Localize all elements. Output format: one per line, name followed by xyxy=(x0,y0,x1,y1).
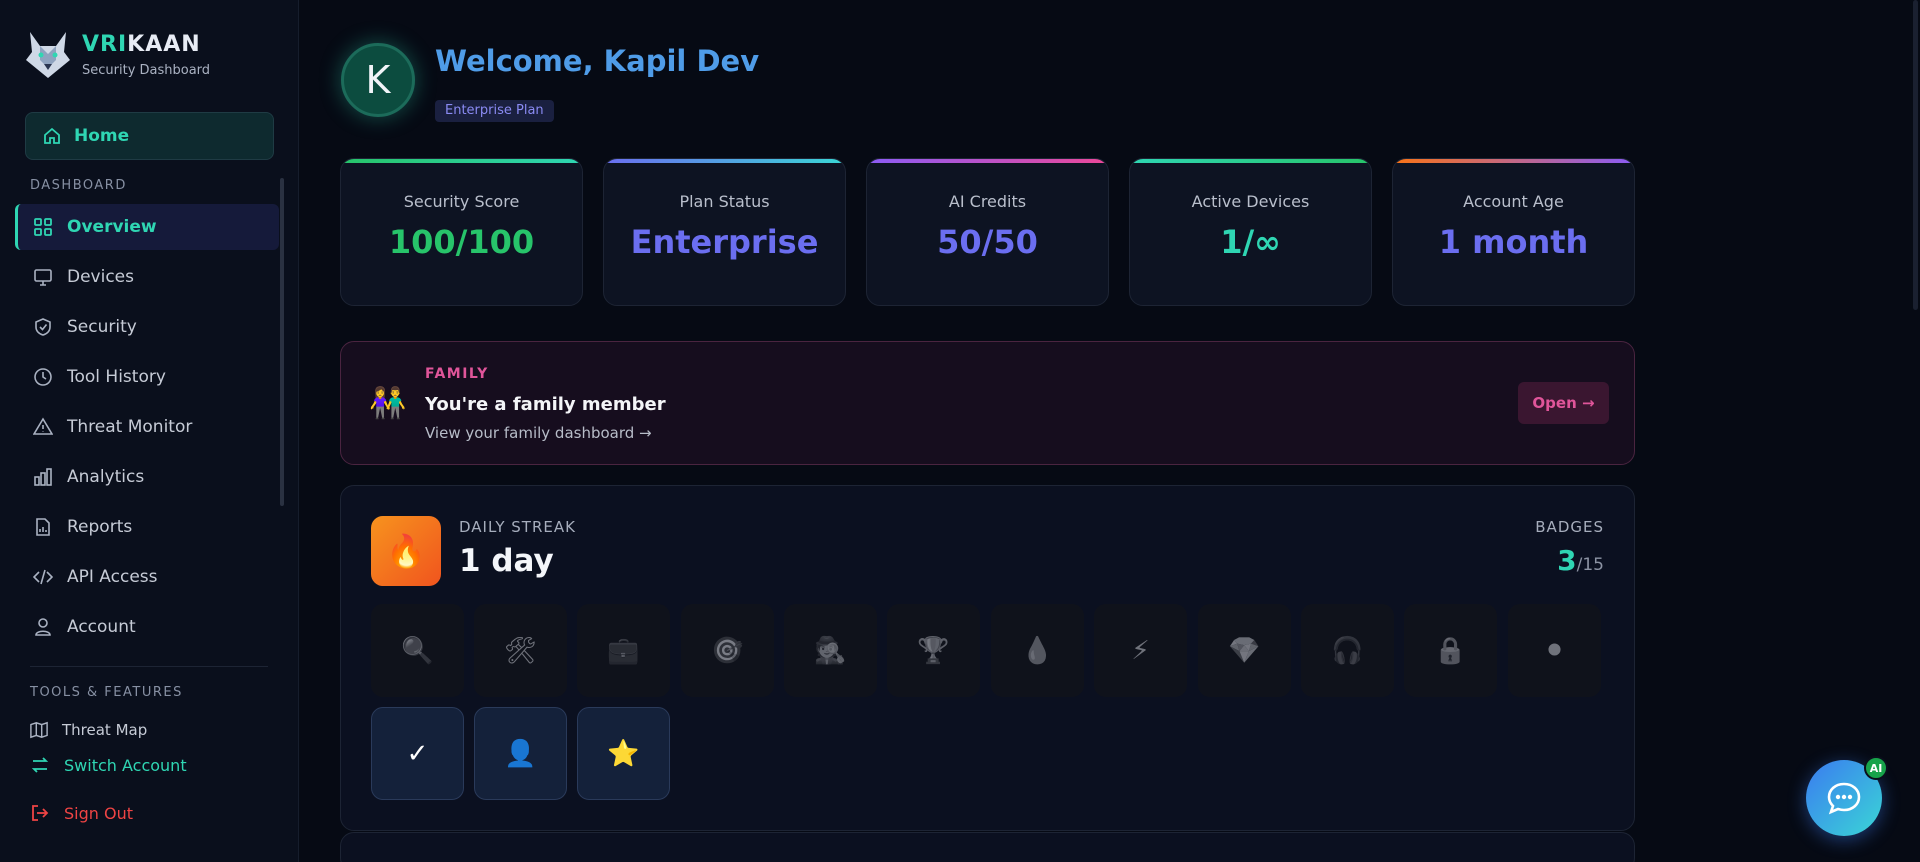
stat-card-plan-status: Plan Status Enterprise xyxy=(603,158,846,306)
stat-accent-bar xyxy=(604,159,845,163)
badge-tools-icon[interactable]: 🛠 xyxy=(474,604,567,697)
stat-accent-bar xyxy=(1130,159,1371,163)
home-icon xyxy=(42,126,62,146)
sidebar-item-tool-history[interactable]: Tool History xyxy=(15,354,279,400)
code-icon xyxy=(32,567,54,587)
streak-value: 1 day xyxy=(459,543,554,579)
sidebar-item-analytics[interactable]: Analytics xyxy=(15,454,279,500)
monitor-icon xyxy=(33,267,53,287)
badges-label: BADGES xyxy=(1535,518,1604,536)
stat-card-ai-credits: AI Credits 50/50 xyxy=(866,158,1109,306)
sidebar-scrollbar[interactable] xyxy=(280,178,284,506)
stat-card-active-devices: Active Devices 1/∞ xyxy=(1129,158,1372,306)
next-card xyxy=(340,832,1635,862)
sidebar-item-threat-monitor[interactable]: Threat Monitor xyxy=(15,404,279,450)
brand[interactable]: VRIKAAN Security Dashboard xyxy=(26,30,210,80)
shield-check-icon xyxy=(33,317,53,337)
sidebar: VRIKAAN Security Dashboard Home DASHBOAR… xyxy=(0,0,299,862)
stat-card-security-score: Security Score 100/100 xyxy=(340,158,583,306)
clock-icon xyxy=(33,367,53,387)
flame-icon: 🔥 xyxy=(371,516,441,586)
sidebar-item-security[interactable]: Security xyxy=(15,304,279,350)
sidebar-item-account[interactable]: Account xyxy=(15,604,279,650)
badge-trophy-icon[interactable]: 🏆 xyxy=(887,604,980,697)
badge-search-icon[interactable]: 🔍 xyxy=(371,604,464,697)
brand-name: VRIKAAN xyxy=(82,32,201,57)
badges-count: 3/15 xyxy=(1557,544,1604,577)
family-open-button[interactable]: Open → xyxy=(1518,382,1609,424)
swap-icon xyxy=(30,755,50,775)
badge-star-icon[interactable]: ⭐ xyxy=(577,707,670,800)
sidebar-item-api-access[interactable]: API Access xyxy=(15,554,279,600)
badge-check-icon[interactable]: ✓ xyxy=(371,707,464,800)
ai-badge: AI xyxy=(1864,756,1888,780)
page-scrollbar[interactable] xyxy=(1913,0,1918,310)
badge-lock-icon[interactable]: 🔒 xyxy=(1404,604,1497,697)
badge-target-icon[interactable]: 🎯 xyxy=(681,604,774,697)
page-title: Welcome, Kapil Dev xyxy=(435,44,760,78)
grid-icon xyxy=(33,217,53,237)
badge-diamond-icon[interactable]: 💎 xyxy=(1198,604,1291,697)
chat-bubble-icon xyxy=(1827,782,1861,815)
family-tag: FAMILY xyxy=(425,366,489,382)
sidebar-item-reports[interactable]: Reports xyxy=(15,504,279,550)
badge-drop-icon[interactable]: 💧 xyxy=(991,604,1084,697)
badge-user-icon[interactable]: 👤 xyxy=(474,707,567,800)
map-icon xyxy=(30,721,48,739)
report-icon xyxy=(33,517,53,537)
badge-headset-icon[interactable]: 🎧 xyxy=(1301,604,1394,697)
user-icon xyxy=(33,617,53,637)
sign-out-button[interactable]: Sign Out xyxy=(30,803,133,823)
family-emoji-icon: 👫 xyxy=(369,386,407,421)
sidebar-divider xyxy=(30,666,268,667)
badge-dark-orb-icon[interactable]: ⚫ xyxy=(1508,604,1601,697)
sidebar-item-threat-map[interactable]: Threat Map xyxy=(30,721,147,739)
daily-streak-card: 🔥 DAILY STREAK 1 day BADGES 3/15 🔍 🛠 💼 🎯… xyxy=(340,485,1635,831)
stat-accent-bar xyxy=(867,159,1108,163)
stat-accent-bar xyxy=(341,159,582,163)
badge-detective-icon[interactable]: 🕵 xyxy=(784,604,877,697)
sidebar-item-devices[interactable]: Devices xyxy=(15,254,279,300)
avatar[interactable]: K xyxy=(341,43,415,117)
sidebar-item-overview[interactable]: Overview xyxy=(15,204,279,250)
home-button[interactable]: Home xyxy=(25,112,274,160)
family-card: 👫 FAMILY You're a family member View you… xyxy=(340,341,1635,465)
family-dashboard-link[interactable]: View your family dashboard → xyxy=(425,424,652,442)
brand-subtitle: Security Dashboard xyxy=(82,63,211,78)
warning-icon xyxy=(32,417,54,437)
dashboard-section-label: DASHBOARD xyxy=(30,178,127,193)
family-heading: You're a family member xyxy=(425,394,666,415)
plan-badge: Enterprise Plan xyxy=(435,100,554,122)
stat-accent-bar xyxy=(1393,159,1634,163)
sign-out-icon xyxy=(30,803,50,823)
streak-label: DAILY STREAK xyxy=(459,518,576,536)
badge-briefcase-icon[interactable]: 💼 xyxy=(577,604,670,697)
badge-lightning-icon[interactable]: ⚡ xyxy=(1094,604,1187,697)
bar-chart-icon xyxy=(33,467,53,487)
tools-section-label: TOOLS & FEATURES xyxy=(30,685,183,700)
stat-card-account-age: Account Age 1 month xyxy=(1392,158,1635,306)
switch-account-button[interactable]: Switch Account xyxy=(30,755,187,775)
wolf-logo-icon xyxy=(26,32,70,78)
